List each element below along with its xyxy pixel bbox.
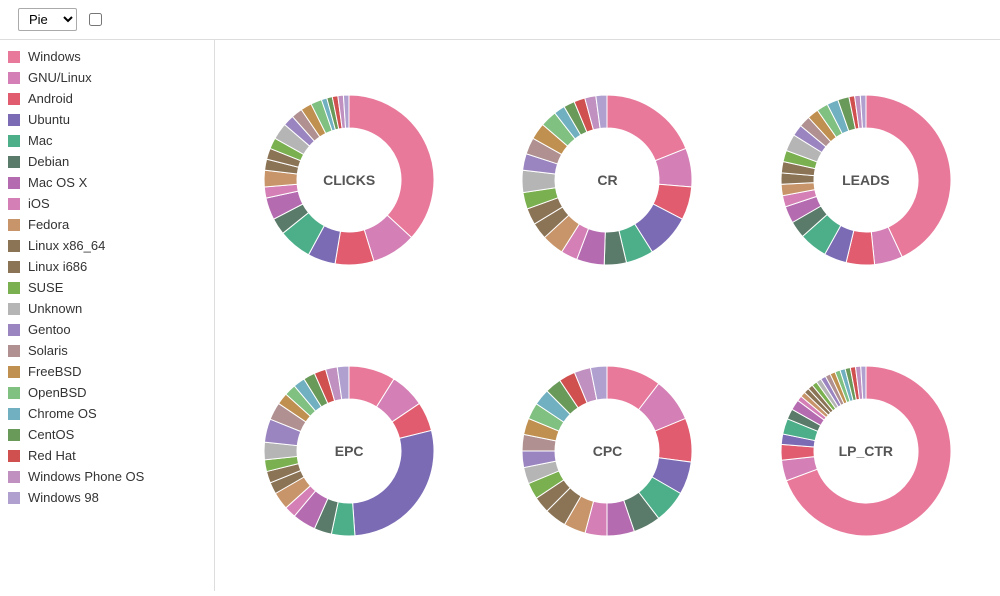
legend-item[interactable]: Chrome OS bbox=[0, 403, 214, 424]
legend-item[interactable]: Red Hat bbox=[0, 445, 214, 466]
legend-item-label: Chrome OS bbox=[28, 406, 97, 421]
legend-item-label: Ubuntu bbox=[28, 112, 70, 127]
legend-color-swatch bbox=[8, 261, 20, 273]
legend-color-swatch bbox=[8, 303, 20, 315]
legend-color-swatch bbox=[8, 429, 20, 441]
chart-svg-epc bbox=[249, 351, 449, 551]
legend-item-label: Mac bbox=[28, 133, 53, 148]
legend-item[interactable]: Linux i686 bbox=[0, 256, 214, 277]
main-area: Windows GNU/Linux Android Ubuntu Mac Debian Ma… bbox=[0, 40, 1000, 591]
legend-item-label: Windows Phone OS bbox=[28, 469, 144, 484]
legend-color-swatch bbox=[8, 198, 20, 210]
legend-color-swatch bbox=[8, 72, 20, 84]
chart-svg-clicks bbox=[249, 80, 449, 280]
chart-cr: CR bbox=[483, 50, 731, 311]
legend-color-swatch bbox=[8, 345, 20, 357]
chart-leads: LEADS bbox=[742, 50, 990, 311]
default-checkbox[interactable] bbox=[89, 13, 102, 26]
legend-item-label: Red Hat bbox=[28, 448, 76, 463]
legend-item[interactable]: Mac bbox=[0, 130, 214, 151]
legend-item-label: Gentoo bbox=[28, 322, 71, 337]
segment-0[interactable] bbox=[349, 95, 434, 238]
legend-item-label: GNU/Linux bbox=[28, 70, 92, 85]
chart-cpc: CPC bbox=[483, 321, 731, 582]
legend-item[interactable]: OpenBSD bbox=[0, 382, 214, 403]
legend-item-label: Windows bbox=[28, 49, 81, 64]
legend-item[interactable]: Windows bbox=[0, 46, 214, 67]
segment-3[interactable] bbox=[353, 430, 434, 535]
legend-item[interactable]: Ubuntu bbox=[0, 109, 214, 130]
toolbar: Pie Bar Line bbox=[0, 0, 1000, 40]
legend-color-swatch bbox=[8, 471, 20, 483]
legend-item-label: iOS bbox=[28, 196, 50, 211]
legend-item[interactable]: Solaris bbox=[0, 340, 214, 361]
chart-svg-leads bbox=[766, 80, 966, 280]
legend-sidebar: Windows GNU/Linux Android Ubuntu Mac Debian Ma… bbox=[0, 40, 215, 591]
legend-color-swatch bbox=[8, 450, 20, 462]
legend-item-label: Fedora bbox=[28, 217, 69, 232]
legend-item[interactable]: Unknown bbox=[0, 298, 214, 319]
chart-epc: EPC bbox=[225, 321, 473, 582]
legend-item[interactable]: Debian bbox=[0, 151, 214, 172]
type-select-group: Pie Bar Line bbox=[12, 8, 77, 31]
legend-color-swatch bbox=[8, 135, 20, 147]
default-checkbox-label[interactable] bbox=[89, 13, 108, 26]
legend-item[interactable]: Android bbox=[0, 88, 214, 109]
legend-item[interactable]: Linux x86_64 bbox=[0, 235, 214, 256]
chart-svg-cpc bbox=[507, 351, 707, 551]
legend-color-swatch bbox=[8, 51, 20, 63]
charts-area: CLICKSCRLEADS EPCCPCLP_CTR bbox=[215, 40, 1000, 591]
chart-clicks: CLICKS bbox=[225, 50, 473, 311]
legend-color-swatch bbox=[8, 282, 20, 294]
legend-color-swatch bbox=[8, 93, 20, 105]
legend-item[interactable]: Gentoo bbox=[0, 319, 214, 340]
legend-item-label: Linux i686 bbox=[28, 259, 87, 274]
chart-svg-lp_ctr bbox=[766, 351, 966, 551]
type-dropdown[interactable]: Pie Bar Line bbox=[18, 8, 77, 31]
legend-item[interactable]: SUSE bbox=[0, 277, 214, 298]
legend-item-label: Unknown bbox=[28, 301, 82, 316]
legend-item[interactable]: Windows Phone OS bbox=[0, 466, 214, 487]
legend-item-label: Windows 98 bbox=[28, 490, 99, 505]
legend-item[interactable]: Fedora bbox=[0, 214, 214, 235]
legend-item-label: Android bbox=[28, 91, 73, 106]
legend-item-label: SUSE bbox=[28, 280, 63, 295]
legend-color-swatch bbox=[8, 177, 20, 189]
legend-item[interactable]: iOS bbox=[0, 193, 214, 214]
legend-color-swatch bbox=[8, 219, 20, 231]
legend-item[interactable]: Mac OS X bbox=[0, 172, 214, 193]
legend-item-label: Solaris bbox=[28, 343, 68, 358]
legend-item[interactable]: Windows 98 bbox=[0, 487, 214, 508]
chart-lp_ctr: LP_CTR bbox=[742, 321, 990, 582]
chart-svg-cr bbox=[507, 80, 707, 280]
legend-color-swatch bbox=[8, 492, 20, 504]
legend-item-label: Mac OS X bbox=[28, 175, 87, 190]
legend-color-swatch bbox=[8, 324, 20, 336]
legend-color-swatch bbox=[8, 366, 20, 378]
legend-color-swatch bbox=[8, 240, 20, 252]
legend-item-label: FreeBSD bbox=[28, 364, 81, 379]
legend-color-swatch bbox=[8, 387, 20, 399]
segment-0[interactable] bbox=[607, 95, 686, 161]
legend-item[interactable]: FreeBSD bbox=[0, 361, 214, 382]
legend-item[interactable]: CentOS bbox=[0, 424, 214, 445]
legend-item-label: Linux x86_64 bbox=[28, 238, 105, 253]
legend-color-swatch bbox=[8, 408, 20, 420]
legend-item-label: OpenBSD bbox=[28, 385, 87, 400]
legend-color-swatch bbox=[8, 114, 20, 126]
legend-color-swatch bbox=[8, 156, 20, 168]
legend-item[interactable]: GNU/Linux bbox=[0, 67, 214, 88]
legend-item-label: CentOS bbox=[28, 427, 74, 442]
legend-item-label: Debian bbox=[28, 154, 69, 169]
